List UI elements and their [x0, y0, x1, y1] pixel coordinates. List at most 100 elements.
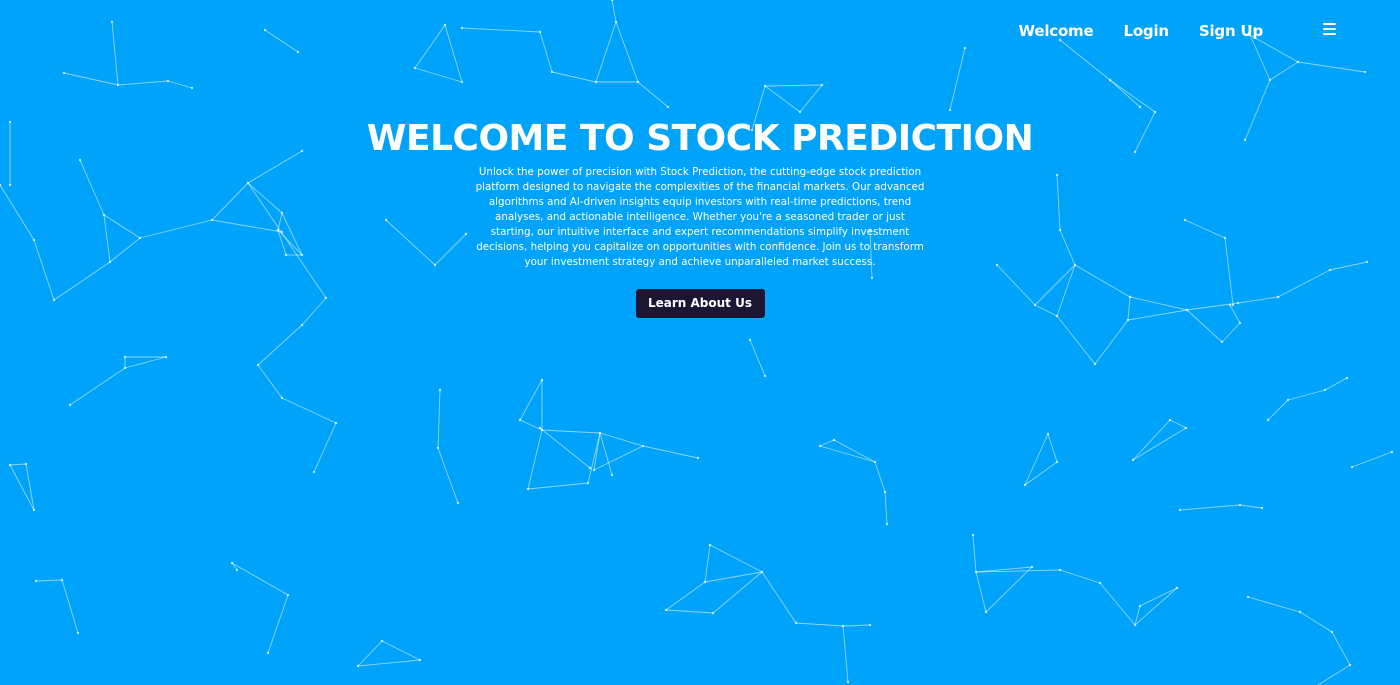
network-line — [972, 534, 977, 573]
network-node — [1098, 581, 1102, 585]
network-node — [760, 570, 764, 574]
network-node — [1323, 388, 1327, 392]
network-node — [540, 378, 544, 382]
network-line — [764, 85, 801, 113]
hero-description: Unlock the power of precision with Stock… — [475, 166, 925, 268]
network-line — [1059, 569, 1101, 584]
network-node — [610, 473, 614, 477]
network-line — [819, 439, 835, 447]
network-line — [874, 461, 886, 493]
network-node — [1046, 432, 1050, 436]
network-line — [257, 364, 283, 399]
network-node — [266, 651, 270, 655]
network-node — [1055, 460, 1059, 464]
network-line — [1239, 504, 1263, 509]
network-line — [527, 429, 543, 490]
network-node — [820, 83, 824, 87]
network-node — [841, 624, 845, 628]
network-line — [1109, 79, 1156, 113]
network-node — [832, 438, 836, 442]
network-line — [1351, 451, 1393, 468]
network-line — [1287, 389, 1326, 401]
network-node — [1168, 418, 1172, 422]
network-node — [588, 466, 592, 470]
network-node — [664, 608, 668, 612]
network-line — [551, 71, 597, 83]
network-node — [1178, 508, 1182, 512]
network-node — [300, 323, 304, 327]
learn-about-us-button[interactable]: Learn About Us — [635, 289, 765, 318]
network-node — [190, 86, 194, 90]
network-node — [1175, 586, 1179, 590]
network-node — [1260, 506, 1264, 510]
network-node — [116, 83, 120, 87]
network-line — [704, 571, 763, 583]
network-node — [538, 426, 542, 430]
network-node — [334, 421, 338, 425]
network-line — [749, 339, 766, 377]
network-node — [166, 79, 170, 83]
network-node — [1220, 340, 1224, 344]
network-line — [381, 640, 421, 661]
network-node — [550, 70, 554, 74]
network-line — [1047, 433, 1058, 463]
network-node — [456, 501, 460, 505]
network-node — [1348, 663, 1352, 667]
network-node — [1286, 398, 1290, 402]
network-line — [167, 80, 193, 89]
network-line — [1099, 582, 1136, 626]
network-line — [1267, 399, 1289, 421]
network-line — [35, 579, 63, 582]
network-node — [380, 639, 384, 643]
network-line — [281, 397, 337, 424]
network-line — [819, 445, 876, 463]
network-node — [846, 680, 850, 684]
network-node — [885, 522, 889, 526]
network-line — [1221, 322, 1241, 343]
network-line — [665, 581, 706, 611]
network-line — [1269, 61, 1299, 81]
network-line — [414, 67, 463, 83]
hamburger-menu-icon[interactable] — [1323, 23, 1336, 35]
network-node — [666, 105, 670, 109]
nav-link-welcome[interactable]: Welcome — [1019, 20, 1094, 42]
network-line — [1024, 433, 1049, 486]
network-line — [985, 566, 1033, 613]
network-node — [460, 80, 464, 84]
network-node — [873, 460, 877, 464]
network-line — [1324, 377, 1348, 391]
network-node — [418, 658, 422, 662]
network-line — [519, 419, 543, 431]
network-line — [587, 432, 601, 484]
network-line — [1056, 315, 1096, 365]
network-node — [971, 533, 975, 537]
network-line — [61, 579, 79, 634]
network-node — [1266, 418, 1270, 422]
network-line — [1109, 79, 1141, 108]
nav-link-sign-up[interactable]: Sign Up — [1199, 20, 1263, 42]
network-node — [1093, 362, 1097, 366]
network-node — [24, 462, 28, 466]
network-line — [1139, 587, 1178, 607]
network-node — [1345, 376, 1349, 380]
network-line — [357, 640, 383, 667]
network-node — [518, 418, 522, 422]
network-line — [593, 445, 644, 471]
network-node — [636, 80, 640, 84]
network-line — [527, 482, 589, 490]
network-line — [1179, 504, 1241, 511]
network-line — [1134, 605, 1141, 626]
nav-links: Welcome Login Sign Up — [1019, 20, 1264, 42]
network-line — [712, 571, 763, 614]
nav-link-login[interactable]: Login — [1123, 20, 1169, 42]
network-node — [592, 468, 596, 472]
network-node — [748, 338, 752, 342]
network-node — [235, 568, 239, 572]
network-node — [1350, 465, 1354, 469]
network-node — [763, 374, 767, 378]
network-node — [1023, 483, 1027, 487]
network-node — [68, 403, 72, 407]
network-node — [1133, 623, 1137, 627]
network-node — [703, 580, 707, 584]
particle-network-background — [0, 0, 1394, 685]
